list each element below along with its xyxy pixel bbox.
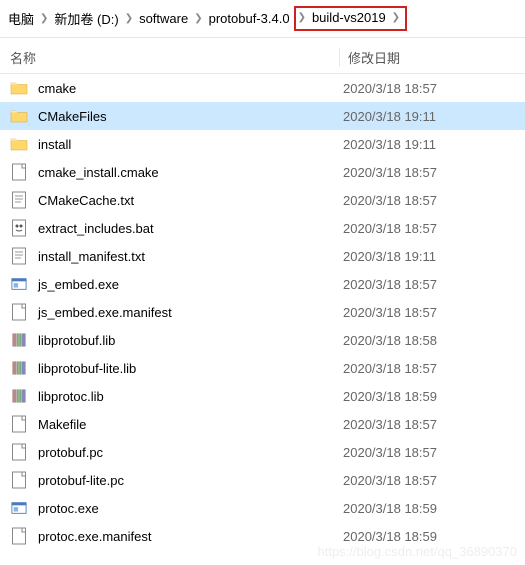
file-row[interactable]: js_embed.exe.manifest2020/3/18 18:57 — [0, 298, 525, 326]
file-name: js_embed.exe — [38, 277, 335, 292]
file-name: install — [38, 137, 335, 152]
file-date: 2020/3/18 18:59 — [335, 529, 521, 544]
file-icon — [10, 191, 28, 209]
file-row[interactable]: Makefile2020/3/18 18:57 — [0, 410, 525, 438]
file-icon — [10, 163, 28, 181]
file-date: 2020/3/18 19:11 — [335, 137, 521, 152]
breadcrumb-highlight: ❯ build-vs2019 ❯ — [294, 6, 408, 31]
file-icon — [10, 443, 28, 461]
file-row[interactable]: js_embed.exe2020/3/18 18:57 — [0, 270, 525, 298]
breadcrumb-item[interactable]: build-vs2019 — [308, 8, 390, 27]
breadcrumb-item[interactable]: 新加卷 (D:) — [50, 7, 122, 30]
file-date: 2020/3/18 18:59 — [335, 501, 521, 516]
file-date: 2020/3/18 18:57 — [335, 361, 521, 376]
file-list: cmake2020/3/18 18:57CMakeFiles2020/3/18 … — [0, 74, 525, 550]
file-name: libprotobuf-lite.lib — [38, 361, 335, 376]
column-header-date[interactable]: 修改日期 — [339, 48, 521, 67]
file-name: protobuf-lite.pc — [38, 473, 335, 488]
file-name: protoc.exe.manifest — [38, 529, 335, 544]
file-date: 2020/3/18 18:57 — [335, 193, 521, 208]
file-row[interactable]: extract_includes.bat2020/3/18 18:57 — [0, 214, 525, 242]
file-name: libprotoc.lib — [38, 389, 335, 404]
chevron-right-icon[interactable]: ❯ — [123, 13, 135, 24]
breadcrumb-item[interactable]: protobuf-3.4.0 — [205, 9, 294, 28]
file-name: CMakeCache.txt — [38, 193, 335, 208]
file-name: protobuf.pc — [38, 445, 335, 460]
file-date: 2020/3/18 18:57 — [335, 473, 521, 488]
file-icon — [10, 359, 28, 377]
file-date: 2020/3/18 18:57 — [335, 445, 521, 460]
file-row[interactable]: protoc.exe2020/3/18 18:59 — [0, 494, 525, 522]
file-date: 2020/3/18 19:11 — [335, 249, 521, 264]
file-date: 2020/3/18 19:11 — [335, 109, 521, 124]
file-row[interactable]: protoc.exe.manifest2020/3/18 18:59 — [0, 522, 525, 550]
chevron-right-icon[interactable]: ❯ — [296, 12, 308, 23]
file-name: cmake_install.cmake — [38, 165, 335, 180]
breadcrumb-item[interactable]: software — [135, 9, 192, 28]
file-row[interactable]: CMakeFiles2020/3/18 19:11 — [0, 102, 525, 130]
file-date: 2020/3/18 18:57 — [335, 81, 521, 96]
file-date: 2020/3/18 18:57 — [335, 277, 521, 292]
file-icon — [10, 499, 28, 517]
file-icon — [10, 415, 28, 433]
file-name: js_embed.exe.manifest — [38, 305, 335, 320]
file-name: protoc.exe — [38, 501, 335, 516]
file-row[interactable]: install2020/3/18 19:11 — [0, 130, 525, 158]
file-icon — [10, 247, 28, 265]
file-row[interactable]: libprotobuf-lite.lib2020/3/18 18:57 — [0, 354, 525, 382]
folder-icon — [10, 107, 28, 125]
file-icon — [10, 331, 28, 349]
file-name: CMakeFiles — [38, 109, 335, 124]
file-name: cmake — [38, 81, 335, 96]
file-icon — [10, 219, 28, 237]
file-icon — [10, 387, 28, 405]
file-name: Makefile — [38, 417, 335, 432]
file-row[interactable]: install_manifest.txt2020/3/18 19:11 — [0, 242, 525, 270]
file-row[interactable]: cmake_install.cmake2020/3/18 18:57 — [0, 158, 525, 186]
file-date: 2020/3/18 18:57 — [335, 221, 521, 236]
file-row[interactable]: protobuf.pc2020/3/18 18:57 — [0, 438, 525, 466]
file-row[interactable]: CMakeCache.txt2020/3/18 18:57 — [0, 186, 525, 214]
file-name: libprotobuf.lib — [38, 333, 335, 348]
file-date: 2020/3/18 18:57 — [335, 165, 521, 180]
folder-icon — [10, 135, 28, 153]
file-icon — [10, 275, 28, 293]
file-date: 2020/3/18 18:58 — [335, 333, 521, 348]
folder-icon — [10, 79, 28, 97]
file-name: extract_includes.bat — [38, 221, 335, 236]
file-row[interactable]: protobuf-lite.pc2020/3/18 18:57 — [0, 466, 525, 494]
file-row[interactable]: libprotobuf.lib2020/3/18 18:58 — [0, 326, 525, 354]
file-icon — [10, 471, 28, 489]
column-header-name[interactable]: 名称 — [4, 48, 339, 67]
file-date: 2020/3/18 18:57 — [335, 417, 521, 432]
file-date: 2020/3/18 18:59 — [335, 389, 521, 404]
file-name: install_manifest.txt — [38, 249, 335, 264]
column-headers: 名称 修改日期 — [0, 38, 525, 74]
chevron-right-icon[interactable]: ❯ — [390, 12, 402, 23]
breadcrumb: 电脑 ❯ 新加卷 (D:) ❯ software ❯ protobuf-3.4.… — [0, 0, 525, 38]
chevron-right-icon[interactable]: ❯ — [192, 13, 204, 24]
breadcrumb-item[interactable]: 电脑 — [4, 7, 38, 30]
file-date: 2020/3/18 18:57 — [335, 305, 521, 320]
chevron-right-icon[interactable]: ❯ — [38, 13, 50, 24]
file-icon — [10, 527, 28, 545]
file-row[interactable]: cmake2020/3/18 18:57 — [0, 74, 525, 102]
file-icon — [10, 303, 28, 321]
file-row[interactable]: libprotoc.lib2020/3/18 18:59 — [0, 382, 525, 410]
